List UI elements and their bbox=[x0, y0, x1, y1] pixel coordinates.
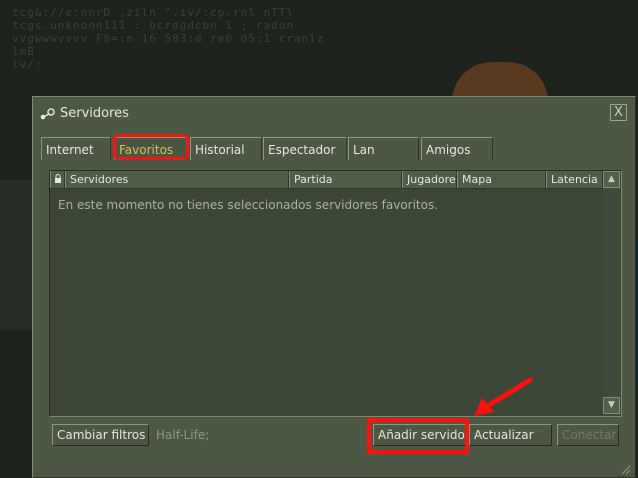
button-label: Actualizar bbox=[474, 428, 534, 442]
tab-amigos[interactable]: Amigos bbox=[421, 137, 493, 160]
column-jugadores[interactable]: Jugadores bbox=[402, 171, 457, 188]
column-label: Mapa bbox=[462, 173, 492, 186]
tab-internet[interactable]: Internet bbox=[41, 137, 111, 160]
background-line: tcg&://e:nnrD ,ziln ^.iv/:cp.rnl nTTl bbox=[12, 6, 295, 19]
column-label: Latencia bbox=[551, 173, 598, 186]
tab-historial[interactable]: Historial bbox=[190, 137, 262, 160]
favorites-tab-highlight bbox=[113, 134, 189, 160]
tab-label: Internet bbox=[46, 143, 94, 157]
scroll-track[interactable] bbox=[603, 188, 620, 397]
add-server-button[interactable]: Añadir servidor bbox=[373, 424, 468, 446]
tab-espectador[interactable]: Espectador bbox=[263, 137, 347, 160]
window-title: Servidores bbox=[60, 106, 129, 121]
empty-list-message: En este momento no tienes seleccionados … bbox=[58, 198, 439, 212]
column-servidores[interactable]: Servidores bbox=[65, 171, 289, 188]
connect-button[interactable]: Conectar bbox=[557, 424, 619, 446]
scroll-down-button[interactable]: ▼ bbox=[603, 397, 620, 414]
column-label: Partida bbox=[294, 173, 333, 186]
background-line: lmB bbox=[12, 45, 35, 58]
filter-summary: Half-Life; bbox=[156, 428, 210, 442]
annotation-arrow-icon bbox=[474, 377, 533, 416]
column-label: Servidores bbox=[70, 173, 129, 186]
tab-lan[interactable]: Lan bbox=[348, 137, 419, 160]
background-text: tcg&://e:nnrD ,ziln ^.iv/:cp.rnl nTTl tc… bbox=[12, 6, 492, 71]
vertical-scrollbar[interactable]: ▲ ▼ bbox=[603, 171, 620, 414]
tab-label: Historial bbox=[195, 143, 245, 157]
column-lock[interactable] bbox=[50, 171, 65, 188]
tab-label: Amigos bbox=[426, 143, 471, 157]
button-label: Añadir servidor bbox=[378, 428, 468, 442]
background-line: tcgs.unknonn111 : bcrdgdcbn 1 ; radon bbox=[12, 19, 295, 32]
background-line: lv/: bbox=[12, 58, 43, 71]
title-bar[interactable]: Servidores X bbox=[33, 97, 635, 131]
column-mapa[interactable]: Mapa bbox=[457, 171, 546, 188]
column-latencia[interactable]: Latencia bbox=[546, 171, 603, 188]
steam-icon bbox=[40, 108, 55, 120]
arrow-up-icon: ▲ bbox=[608, 174, 615, 184]
arrow-down-icon: ▼ bbox=[608, 400, 615, 410]
servers-window: Servidores X Internet Favoritos Historia… bbox=[32, 96, 636, 478]
column-label: Jugadores bbox=[407, 173, 457, 186]
close-button[interactable]: X bbox=[610, 104, 627, 121]
button-label: Conectar bbox=[562, 428, 617, 442]
button-label: Cambiar filtros bbox=[57, 428, 146, 442]
tab-label: Lan bbox=[353, 143, 375, 157]
resize-grip-icon[interactable] bbox=[621, 465, 631, 475]
background-line: vvgwwwvvvv F8=:n 16 583:d re0 d5:1 cranl… bbox=[12, 32, 325, 45]
change-filters-button[interactable]: Cambiar filtros bbox=[52, 424, 149, 446]
tab-label: Espectador bbox=[268, 143, 336, 157]
lock-icon bbox=[55, 174, 61, 183]
scroll-up-button[interactable]: ▲ bbox=[603, 171, 620, 188]
refresh-button[interactable]: Actualizar bbox=[469, 424, 552, 446]
close-icon: X bbox=[614, 105, 623, 120]
column-partida[interactable]: Partida bbox=[289, 171, 402, 188]
list-header: Servidores Partida Jugadores Mapa Latenc… bbox=[50, 171, 603, 189]
